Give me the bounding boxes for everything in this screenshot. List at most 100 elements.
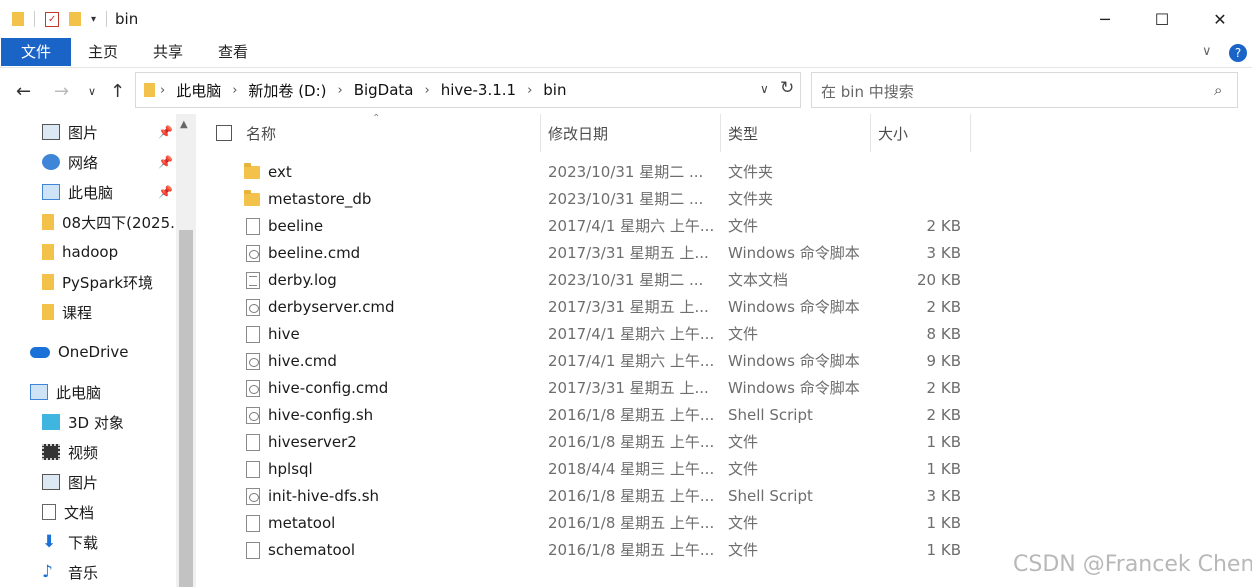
search-box[interactable]: 在 bin 中搜索 ⌕: [811, 72, 1238, 108]
table-row[interactable]: beeline.cmd 2017/3/31 星期五 上... Windows 命令脚…: [196, 240, 1252, 267]
sidebar-item-downloads[interactable]: ⬇ 下载: [42, 527, 98, 557]
chevron-right-icon[interactable]: ›: [420, 83, 435, 98]
file-date: 2017/4/1 星期六 上午...: [548, 217, 713, 235]
sidebar-scrollbar-thumb[interactable]: [179, 230, 193, 587]
column-header-label: 名称: [246, 124, 277, 143]
sidebar-item-label: PySpark环境: [62, 273, 154, 292]
file-size: 1 KB: [926, 514, 961, 532]
address-bar[interactable]: › 此电脑 › 新加卷 (D:) › BigData › hive-3.1.1 …: [135, 72, 801, 108]
breadcrumb-drive-d[interactable]: 新加卷 (D:): [242, 80, 332, 101]
properties-icon[interactable]: ✓: [45, 11, 59, 27]
sidebar-item-documents[interactable]: 文档: [42, 497, 94, 527]
sidebar-item-label: hadoop: [62, 243, 119, 261]
sidebar-item-this-pc[interactable]: 此电脑: [30, 377, 101, 407]
script-file-icon: [246, 488, 260, 505]
this-pc-icon: [30, 384, 48, 400]
forward-icon[interactable]: →: [54, 81, 69, 102]
column-divider[interactable]: [970, 114, 971, 152]
chevron-right-icon[interactable]: ›: [522, 83, 537, 98]
tab-share[interactable]: 共享: [145, 38, 191, 66]
close-button[interactable]: ✕: [1191, 0, 1249, 38]
table-row[interactable]: beeline 2017/4/1 星期六 上午... 文件 2 KB: [196, 213, 1252, 240]
sidebar-item-pictures[interactable]: 图片: [42, 467, 98, 497]
breadcrumb-this-pc[interactable]: 此电脑: [170, 80, 227, 101]
pin-icon[interactable]: 📌: [158, 125, 173, 139]
pin-icon[interactable]: 📌: [158, 155, 173, 169]
sidebar-item-folder-08[interactable]: 08大四下(2025.: [42, 207, 175, 237]
sidebar-item-pictures-pinned[interactable]: 图片: [42, 117, 98, 147]
table-row[interactable]: hive.cmd 2017/4/1 星期六 上午... Windows 命令脚本 9 …: [196, 348, 1252, 375]
sidebar-item-courses[interactable]: 课程: [42, 297, 92, 327]
up-icon[interactable]: ↑: [110, 81, 125, 102]
folder-icon: [42, 304, 54, 320]
tab-file[interactable]: 文件: [1, 38, 71, 66]
sidebar-item-this-pc-pinned[interactable]: 此电脑: [42, 177, 113, 207]
breadcrumb-bigdata[interactable]: BigData: [348, 81, 420, 99]
sort-ascending-icon: ⌃: [372, 113, 381, 124]
tab-view[interactable]: 查看: [210, 38, 256, 66]
sidebar-item-3d-objects[interactable]: 3D 对象: [42, 407, 124, 437]
file-date: 2023/10/31 星期二 ...: [548, 190, 704, 208]
table-row[interactable]: metatool 2016/1/8 星期五 上午... 文件 1 KB: [196, 510, 1252, 537]
column-header-date[interactable]: 修改日期: [540, 114, 720, 152]
table-row[interactable]: metastore_db 2023/10/31 星期二 ... 文件夹: [196, 186, 1252, 213]
expand-ribbon-icon[interactable]: ∨: [1202, 44, 1212, 59]
table-row[interactable]: init-hive-dfs.sh 2016/1/8 星期五 上午... Shell …: [196, 483, 1252, 510]
sidebar-item-music[interactable]: ♪ 音乐: [42, 557, 98, 587]
file-type: 文件: [728, 460, 759, 478]
column-header-size[interactable]: 大小: [870, 114, 970, 152]
folder-icon[interactable]: [12, 12, 24, 26]
sidebar-item-label: 音乐: [68, 563, 99, 582]
chevron-right-icon[interactable]: ›: [155, 83, 170, 98]
search-icon[interactable]: ⌕: [1214, 81, 1222, 99]
minimize-button[interactable]: ─: [1076, 0, 1134, 38]
refresh-icon[interactable]: ↻: [780, 78, 794, 98]
breadcrumb-bin[interactable]: bin: [537, 81, 572, 99]
file-size: 8 KB: [926, 325, 961, 343]
scroll-up-icon[interactable]: ▲: [180, 119, 188, 130]
file-icon: [246, 434, 260, 451]
search-input[interactable]: 在 bin 中搜索: [821, 81, 914, 102]
chevron-right-icon[interactable]: ›: [227, 83, 242, 98]
sidebar-item-network[interactable]: 网络: [42, 147, 98, 177]
file-size: 20 KB: [917, 271, 961, 289]
address-dropdown-icon[interactable]: ∨: [760, 82, 769, 96]
customize-qat-icon[interactable]: ▾: [91, 14, 96, 25]
column-header-name[interactable]: 名称: [238, 114, 540, 152]
pin-icon[interactable]: 📌: [158, 185, 173, 199]
table-row[interactable]: ext 2023/10/31 星期二 ... 文件夹: [196, 159, 1252, 186]
file-type: 文本文档: [728, 271, 789, 289]
table-row[interactable]: hplsql 2018/4/4 星期三 上午... 文件 1 KB: [196, 456, 1252, 483]
select-all-checkbox[interactable]: [216, 125, 232, 141]
music-icon: ♪: [42, 562, 53, 582]
file-size: [872, 159, 961, 186]
sidebar-item-label: 图片: [68, 473, 99, 492]
sidebar-item-onedrive[interactable]: OneDrive: [30, 337, 129, 367]
script-file-icon: [246, 407, 260, 424]
table-row[interactable]: derby.log 2023/10/31 星期二 ... 文本文档 20 KB: [196, 267, 1252, 294]
maximize-button[interactable]: ☐: [1133, 0, 1191, 38]
table-row[interactable]: hiveserver2 2016/1/8 星期五 上午... 文件 1 KB: [196, 429, 1252, 456]
breadcrumb-hive[interactable]: hive-3.1.1: [435, 81, 522, 99]
chevron-right-icon[interactable]: ›: [333, 83, 348, 98]
help-icon[interactable]: ?: [1229, 44, 1247, 62]
file-date: 2016/1/8 星期五 上午...: [548, 541, 713, 559]
sidebar-item-hadoop[interactable]: hadoop: [42, 237, 118, 267]
back-icon[interactable]: ←: [16, 81, 31, 102]
file-type: Windows 命令脚本: [728, 352, 860, 370]
ribbon: 文件 主页 共享 查看 ∨ ?: [0, 38, 1252, 68]
recent-locations-icon[interactable]: ∨: [88, 85, 96, 98]
sidebar-item-videos[interactable]: 视频: [42, 437, 98, 467]
column-header-label: 类型: [728, 124, 759, 143]
new-folder-icon[interactable]: [69, 12, 81, 26]
tab-home[interactable]: 主页: [80, 38, 126, 66]
table-row[interactable]: hive-config.sh 2016/1/8 星期五 上午... Shell Sc…: [196, 402, 1252, 429]
onedrive-icon: [30, 346, 50, 358]
table-row[interactable]: derbyserver.cmd 2017/3/31 星期五 上... Windows…: [196, 294, 1252, 321]
sidebar-item-pyspark[interactable]: PySpark环境: [42, 267, 153, 297]
table-row[interactable]: hive-config.cmd 2017/3/31 星期五 上... Windows…: [196, 375, 1252, 402]
column-header-type[interactable]: 类型: [720, 114, 870, 152]
table-row[interactable]: hive 2017/4/1 星期六 上午... 文件 8 KB: [196, 321, 1252, 348]
file-icon: [246, 515, 260, 532]
file-date: 2016/1/8 星期五 上午...: [548, 514, 713, 532]
